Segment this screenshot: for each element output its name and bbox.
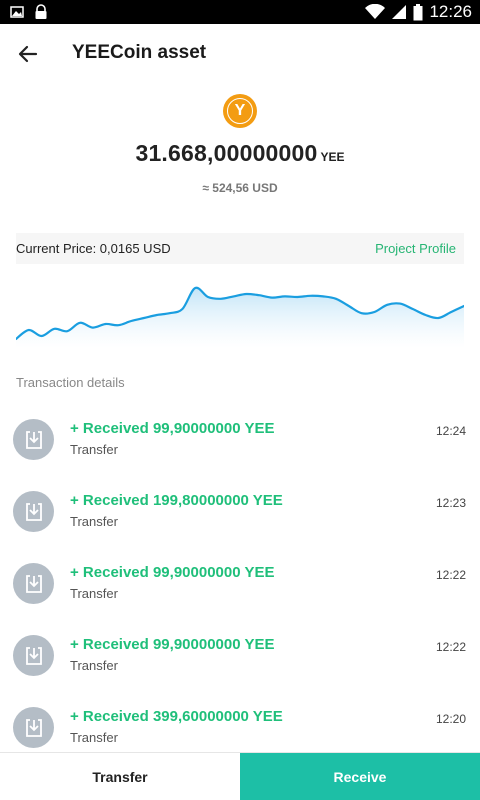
lock-icon xyxy=(35,4,47,19)
download-icon xyxy=(13,707,54,748)
back-arrow-icon xyxy=(18,45,38,63)
image-icon xyxy=(10,6,24,18)
signal-icon xyxy=(392,5,407,19)
transaction-type: Transfer xyxy=(70,730,118,745)
balance: 31.668,00000000 YEE xyxy=(0,140,480,167)
battery-icon xyxy=(413,3,423,20)
transaction-title: + Received 99,90000000 YEE xyxy=(70,564,275,581)
transaction-time: 12:24 xyxy=(435,424,466,438)
transaction-list: + Received 99,90000000 YEE Transfer 12:2… xyxy=(0,404,480,764)
transaction-item[interactable]: + Received 99,90000000 YEE Transfer 12:2… xyxy=(0,548,480,620)
transaction-type: Transfer xyxy=(70,514,118,529)
transaction-title: + Received 399,60000000 YEE xyxy=(70,708,283,725)
page-title: YEECoin asset xyxy=(72,42,207,63)
transaction-title: + Received 99,90000000 YEE xyxy=(70,636,275,653)
transaction-time: 12:22 xyxy=(435,568,466,582)
chart-area xyxy=(16,287,464,348)
app-bar: YEECoin asset xyxy=(0,24,480,84)
transaction-type: Transfer xyxy=(70,586,118,601)
download-icon xyxy=(13,491,54,532)
transaction-type: Transfer xyxy=(70,442,118,457)
current-price-label: Current Price: 0,0165 USD xyxy=(16,241,171,256)
transaction-details-title: Transaction details xyxy=(16,375,125,390)
transaction-time: 12:22 xyxy=(435,640,466,654)
transaction-title: + Received 99,90000000 YEE xyxy=(70,420,275,437)
wifi-icon xyxy=(365,4,386,19)
transaction-time: 12:20 xyxy=(435,712,466,726)
balance-unit: YEE xyxy=(320,150,345,164)
status-time: 12:26 xyxy=(429,2,472,21)
transaction-type: Transfer xyxy=(70,658,118,673)
price-row: Current Price: 0,0165 USD Project Profil… xyxy=(16,233,464,264)
status-bar: 12:26 xyxy=(0,0,480,24)
download-icon xyxy=(13,419,54,460)
transaction-time: 12:23 xyxy=(435,496,466,510)
coin-logo: Y xyxy=(223,94,257,128)
transaction-item[interactable]: + Received 199,80000000 YEE Transfer 12:… xyxy=(0,476,480,548)
project-profile-link[interactable]: Project Profile xyxy=(375,241,456,256)
transaction-item[interactable]: + Received 99,90000000 YEE Transfer 12:2… xyxy=(0,404,480,476)
back-button[interactable] xyxy=(12,38,44,70)
receive-button[interactable]: Receive xyxy=(240,753,480,800)
price-chart xyxy=(16,286,464,348)
bottom-action-bar: Transfer Receive xyxy=(0,752,480,800)
fiat-value: ≈ 524,56 USD xyxy=(202,181,278,195)
transaction-title: + Received 199,80000000 YEE xyxy=(70,492,283,509)
transfer-button[interactable]: Transfer xyxy=(0,753,240,800)
download-icon xyxy=(13,635,54,676)
transaction-item[interactable]: + Received 99,90000000 YEE Transfer 12:2… xyxy=(0,620,480,692)
balance-amount: 31.668,00000000 xyxy=(135,140,318,166)
coin-logo-letter: Y xyxy=(227,98,253,124)
download-icon xyxy=(13,563,54,604)
